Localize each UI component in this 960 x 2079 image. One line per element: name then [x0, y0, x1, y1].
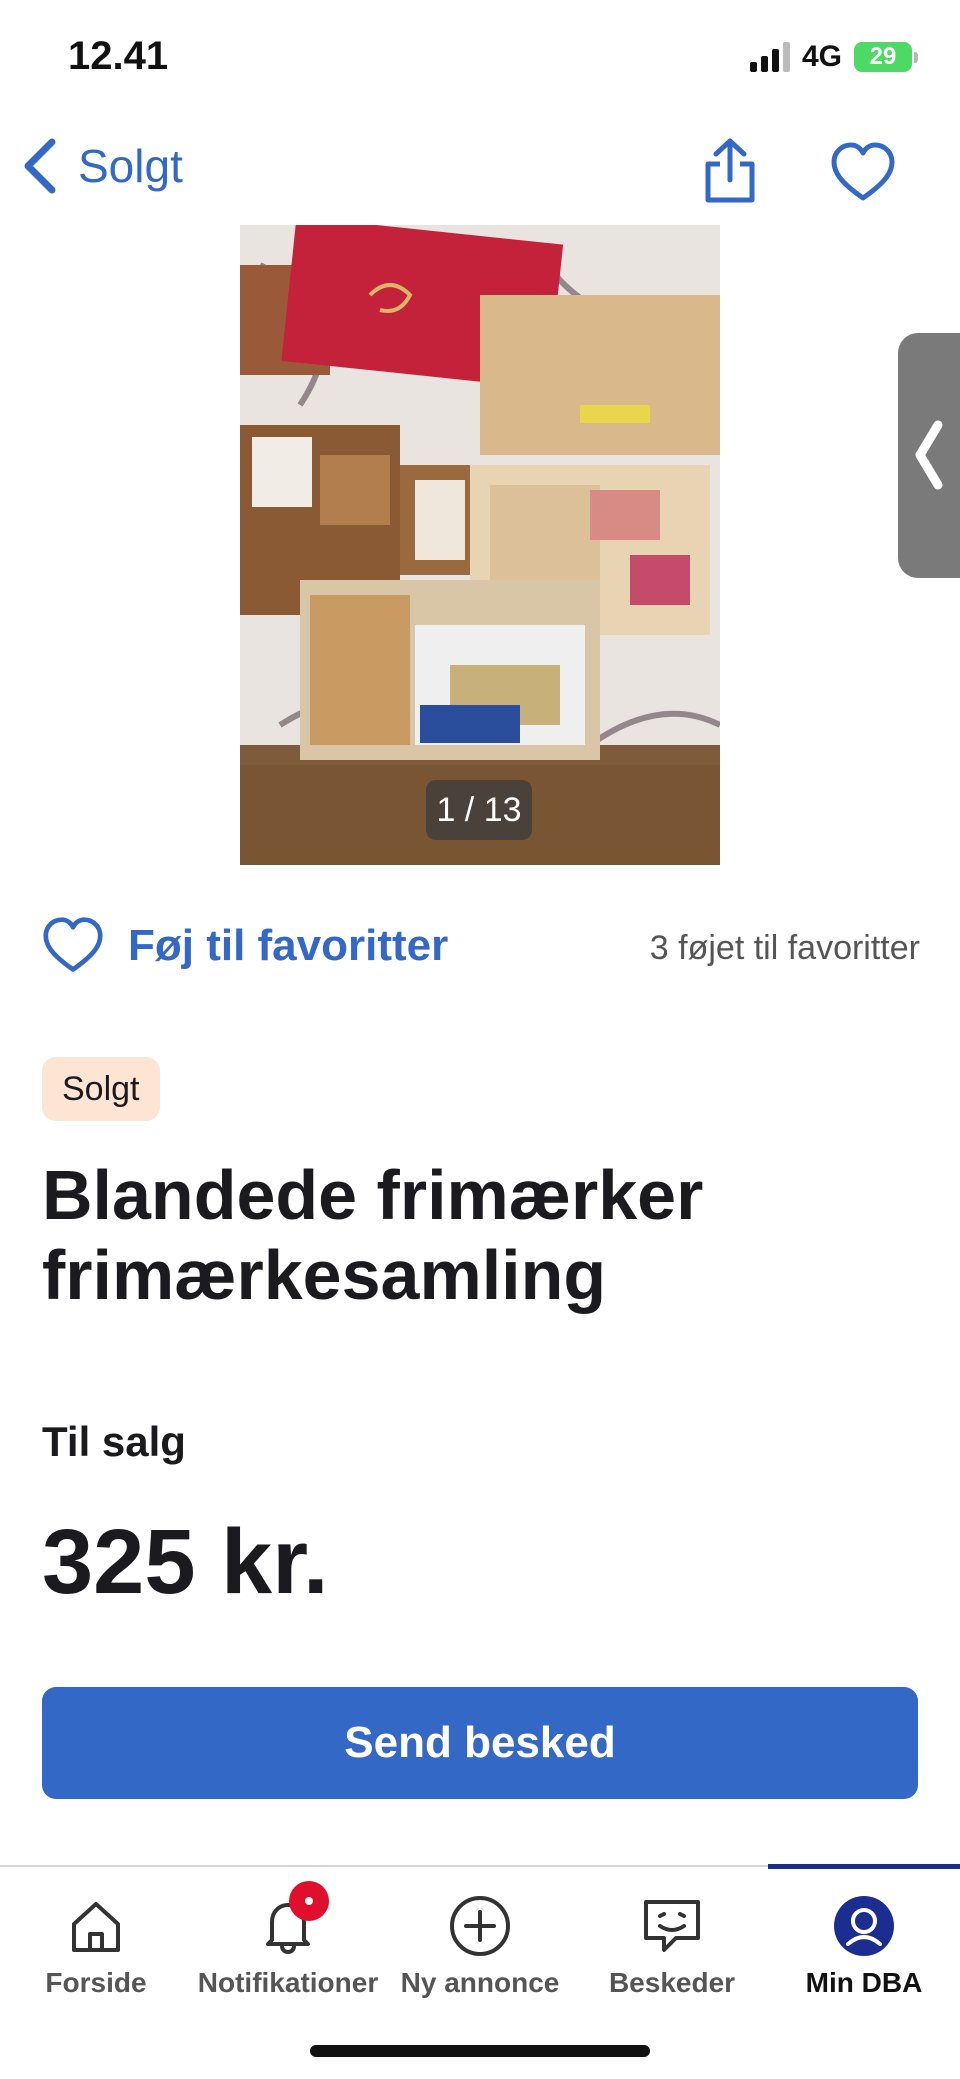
status-indicators: 4G 29 [749, 40, 918, 74]
back-label: Solgt [78, 140, 183, 192]
network-type: 4G [801, 40, 842, 73]
send-message-button[interactable]: Send besked [42, 1687, 918, 1799]
nav-bar: Solgt [0, 120, 960, 220]
listing-photo[interactable]: 1 / 13 [240, 225, 720, 865]
back-button[interactable]: Solgt [20, 136, 183, 196]
photo-counter: 1 / 13 [426, 780, 532, 840]
home-indicator [310, 2045, 650, 2057]
notification-badge [289, 1881, 329, 1921]
heart-icon [831, 142, 895, 201]
tab-notifikationer[interactable]: Notifikationer [192, 1867, 384, 2017]
bell-icon [253, 1881, 329, 1961]
battery-icon: 29 [854, 42, 918, 72]
status-time: 12.41 [68, 34, 169, 78]
signal-icon [749, 42, 790, 72]
favorite-button[interactable] [830, 140, 896, 206]
status-bar: 12.41 4G 29 [0, 0, 960, 120]
favorites-count: 3 føjet til favoritter [649, 929, 920, 967]
price: 325 kr. [42, 1511, 329, 1613]
tab-label: Min DBA [805, 1967, 923, 1998]
tab-label: Forside [45, 1967, 147, 1998]
chevron-left-icon [915, 420, 943, 490]
tab-min-dba[interactable]: Min DBA [768, 1864, 960, 2017]
chevron-left-icon [24, 138, 56, 194]
profile-icon [829, 1891, 899, 1961]
share-icon [705, 138, 755, 203]
add-to-favorites-label: Føj til favoritter [128, 921, 449, 970]
tab-label: Notifikationer [197, 1967, 379, 1998]
side-panel-handle[interactable] [898, 333, 960, 578]
sale-type: Til salg [42, 1418, 186, 1465]
favorites-row: Føj til favoritter 3 føjet til favoritte… [42, 915, 920, 985]
heart-icon [43, 917, 103, 972]
chat-icon [637, 1891, 707, 1961]
tab-ny-annonce[interactable]: Ny annonce [384, 1867, 576, 2017]
tab-label: Ny annonce [400, 1967, 560, 1998]
status-badge: Solgt [42, 1057, 160, 1121]
add-to-favorites-button[interactable]: Føj til favoritter [42, 915, 448, 977]
listing-title-line1: Blandede frimærker [42, 1156, 704, 1234]
listing-title-line2: frimærkesamling [42, 1236, 607, 1314]
share-button[interactable] [700, 136, 760, 206]
stamp-collection-photo [240, 225, 720, 865]
tab-forside[interactable]: Forside [0, 1867, 192, 2017]
plus-circle-icon [445, 1891, 515, 1961]
battery-level: 29 [854, 42, 912, 72]
tab-beskeder[interactable]: Beskeder [576, 1867, 768, 2017]
tab-label: Beskeder [608, 1967, 736, 1998]
home-icon [61, 1891, 131, 1961]
